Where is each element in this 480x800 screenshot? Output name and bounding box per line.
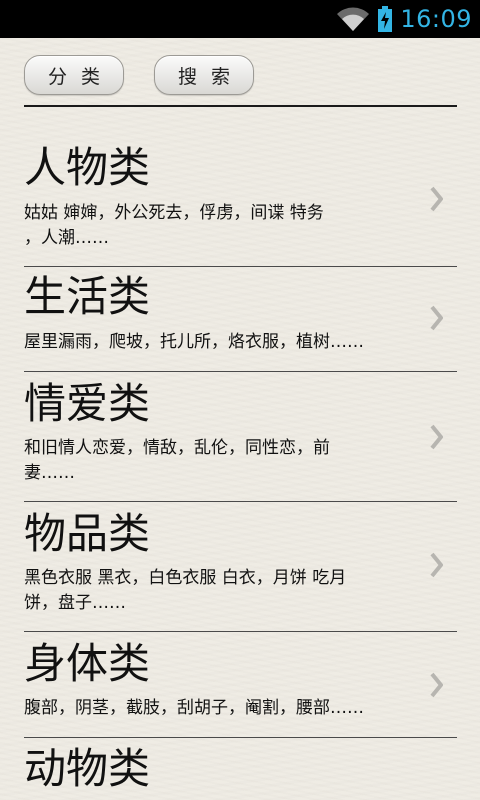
description-line: 姑姑 婶婶，外公死去，俘虏，间谍 特务 — [24, 203, 324, 223]
category-item-love[interactable]: 情爱类 和旧情人恋爱，情敌，乱伦，同性恋，前 妻…… — [24, 372, 457, 502]
category-title: 身体类 — [24, 639, 151, 688]
category-title: 人物类 — [24, 143, 151, 192]
header-divider — [24, 105, 457, 107]
category-title: 情爱类 — [24, 379, 151, 428]
status-clock: 16:09 — [400, 5, 472, 33]
description-line: 饼，盘子…… — [24, 593, 126, 613]
description-line: 和旧情人恋爱，情敌，乱伦，同性恋，前 — [24, 438, 330, 458]
chevron-right-icon — [430, 305, 443, 331]
battery-charging-icon — [378, 6, 393, 32]
status-bar: 16:09 — [0, 0, 480, 38]
category-item-animals[interactable]: 动物类 — [24, 738, 457, 800]
category-description: 腹部，阴茎，截肢，刮胡子，阉割，腰部…… — [24, 696, 416, 721]
search-button[interactable]: 搜索 — [154, 55, 254, 95]
status-icons: 16:09 — [336, 0, 472, 38]
description-line: 腹部，阴茎，截肢，刮胡子，阉割，腰部…… — [24, 698, 364, 718]
description-line: 妻…… — [24, 463, 75, 483]
chevron-right-icon — [430, 186, 443, 212]
category-item-life[interactable]: 生活类 屋里漏雨，爬坡，托儿所，烙衣服，植树…… — [24, 267, 457, 372]
description-line: 黑色衣服 黑衣，白色衣服 白衣，月饼 吃月 — [24, 568, 347, 588]
chevron-right-icon — [430, 672, 443, 698]
chevron-right-icon — [430, 424, 443, 450]
category-item-people[interactable]: 人物类 姑姑 婶婶，外公死去，俘虏，间谍 特务 ，人潮…… — [24, 108, 457, 267]
category-button[interactable]: 分类 — [24, 55, 124, 95]
description-line: 屋里漏雨，爬坡，托儿所，烙衣服，植树…… — [24, 332, 364, 352]
category-title: 物品类 — [24, 509, 151, 558]
category-description: 屋里漏雨，爬坡，托儿所，烙衣服，植树…… — [24, 330, 416, 355]
description-line: ，人潮…… — [24, 228, 109, 248]
chevron-right-icon — [430, 552, 443, 578]
category-title: 生活类 — [24, 272, 151, 321]
category-description: 和旧情人恋爱，情敌，乱伦，同性恋，前 妻…… — [24, 436, 416, 486]
main-content: 分类 搜索 人物类 姑姑 婶婶，外公死去，俘虏，间谍 特务 ，人潮…… 生活类 … — [0, 38, 480, 800]
category-item-body[interactable]: 身体类 腹部，阴茎，截肢，刮胡子，阉割，腰部…… — [24, 632, 457, 738]
category-title: 动物类 — [24, 744, 151, 793]
wifi-icon — [336, 6, 370, 32]
category-item-objects[interactable]: 物品类 黑色衣服 黑衣，白色衣服 白衣，月饼 吃月 饼，盘子…… — [24, 502, 457, 632]
category-description: 姑姑 婶婶，外公死去，俘虏，间谍 特务 ，人潮…… — [24, 201, 416, 251]
category-description: 黑色衣服 黑衣，白色衣服 白衣，月饼 吃月 饼，盘子…… — [24, 566, 416, 616]
